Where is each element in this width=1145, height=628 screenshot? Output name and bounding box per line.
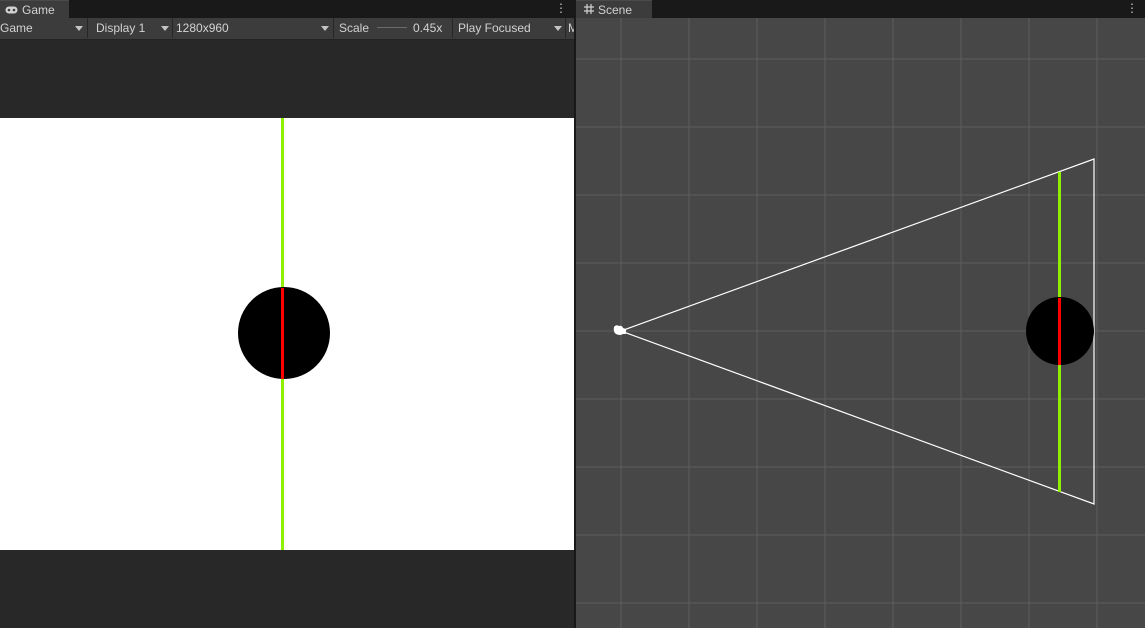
kebab-menu-icon: ⋮ [1126,1,1138,15]
chevron-down-icon [321,26,329,31]
chevron-down-icon [75,26,83,31]
play-mode-label: Play Focused [458,21,531,35]
scene-panel: Scene ⋮ [576,0,1145,628]
chevron-down-icon [554,26,562,31]
red-line-object [281,288,284,379]
toolbar-divider [565,18,566,38]
tab-scene[interactable]: Scene [576,0,652,18]
red-line-object [1058,298,1061,365]
scene-more-button[interactable]: ⋮ [1126,1,1138,15]
camera-gizmo-icon[interactable] [613,325,626,335]
game-render [0,118,574,550]
overflow-toolbar-item[interactable]: M [568,18,574,38]
game-panel: Game ⋮ Game Display 1 1280x960 Scale 0.4… [0,0,574,628]
tab-game-label: Game [22,2,55,17]
resolution-dropdown[interactable]: 1280x960 [173,18,332,38]
game-toolbar: Game Display 1 1280x960 Scale 0.45x Play… [0,18,574,40]
scale-value: 0.45x [413,21,443,35]
toolbar-divider [333,18,334,38]
play-mode-dropdown[interactable]: Play Focused [453,18,565,38]
scale-slider[interactable] [377,27,407,28]
scale-label: Scale [339,21,370,35]
scene-viewport[interactable] [576,18,1145,628]
kebab-menu-icon: ⋮ [555,1,567,15]
chevron-down-icon [161,26,169,31]
grid-icon [584,3,594,17]
view-mode-label: Game [0,21,33,35]
tab-game[interactable]: Game [0,0,69,18]
scene-tab-bar: Scene ⋮ [576,0,1145,18]
scene-render [576,18,1145,628]
game-more-button[interactable]: ⋮ [555,1,567,15]
display-dropdown[interactable]: Display 1 [88,18,172,38]
view-mode-dropdown[interactable]: Game [0,18,86,38]
resolution-label: 1280x960 [176,21,229,35]
game-viewport[interactable] [0,40,574,628]
display-label: Display 1 [96,21,146,35]
gamepad-icon [5,3,18,17]
game-tab-bar: Game ⋮ [0,0,574,18]
tab-scene-label: Scene [598,2,633,17]
